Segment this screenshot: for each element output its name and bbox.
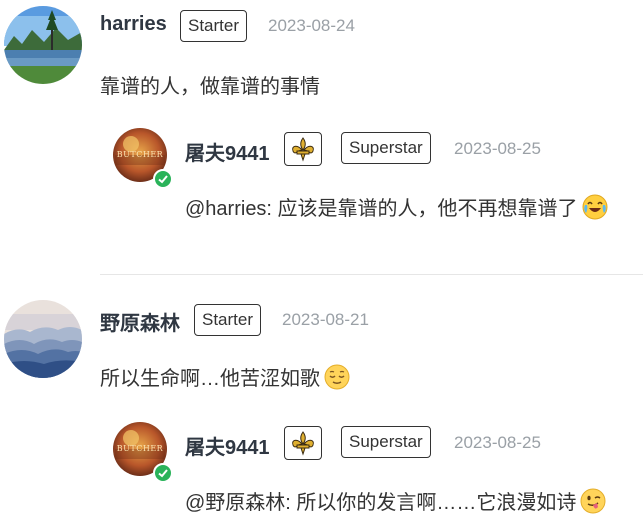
avatar-label: BUTCHER	[116, 150, 164, 159]
role-badge: Starter	[194, 304, 262, 336]
fleur-de-lis-icon	[284, 132, 322, 166]
misty-mountains-avatar	[4, 300, 82, 378]
fleur-de-lis-icon	[284, 426, 322, 460]
verified-check-icon	[153, 169, 173, 189]
comment-date: 2023-08-21	[282, 310, 369, 329]
avatar[interactable]	[4, 300, 82, 378]
reply-text-row: @harries: 应该是靠谱的人，他不再想靠谱了	[185, 192, 608, 226]
comment-text: 靠谱的人，做靠谱的事情	[100, 76, 320, 98]
reply-author[interactable]: 屠夫9441	[185, 137, 270, 166]
avatar[interactable]	[4, 6, 82, 84]
comment-author[interactable]: harries	[100, 13, 167, 36]
reply-text: @harries: 应该是靠谱的人，他不再想靠谱了	[185, 198, 578, 220]
relieved-face-emoji-icon	[324, 364, 350, 396]
comment-divider	[100, 274, 643, 275]
crying-laughing-emoji-icon	[582, 194, 608, 226]
comment-text: 所以生命啊…他苦涩如歌	[100, 368, 320, 390]
role-badge: Superstar	[341, 132, 431, 164]
comment-date: 2023-08-24	[268, 16, 355, 35]
lake-landscape-avatar	[4, 6, 82, 84]
reply-text-row: @野原森林: 所以你的发言啊……它浪漫如诗	[185, 486, 606, 520]
verified-check-icon	[153, 463, 173, 483]
role-badge: Starter	[180, 10, 248, 42]
reply-date: 2023-08-25	[454, 433, 541, 452]
comment-text-row: 所以生命啊…他苦涩如歌	[100, 362, 350, 396]
reply-text: @野原森林: 所以你的发言啊……它浪漫如诗	[185, 492, 577, 514]
role-badge: Superstar	[341, 426, 431, 458]
tongue-out-emoji-icon	[580, 488, 606, 520]
reply-date: 2023-08-25	[454, 139, 541, 158]
avatar-label: BUTCHER	[116, 444, 164, 453]
reply-author[interactable]: 屠夫9441	[185, 431, 270, 460]
comment-author[interactable]: 野原森林	[100, 307, 180, 336]
